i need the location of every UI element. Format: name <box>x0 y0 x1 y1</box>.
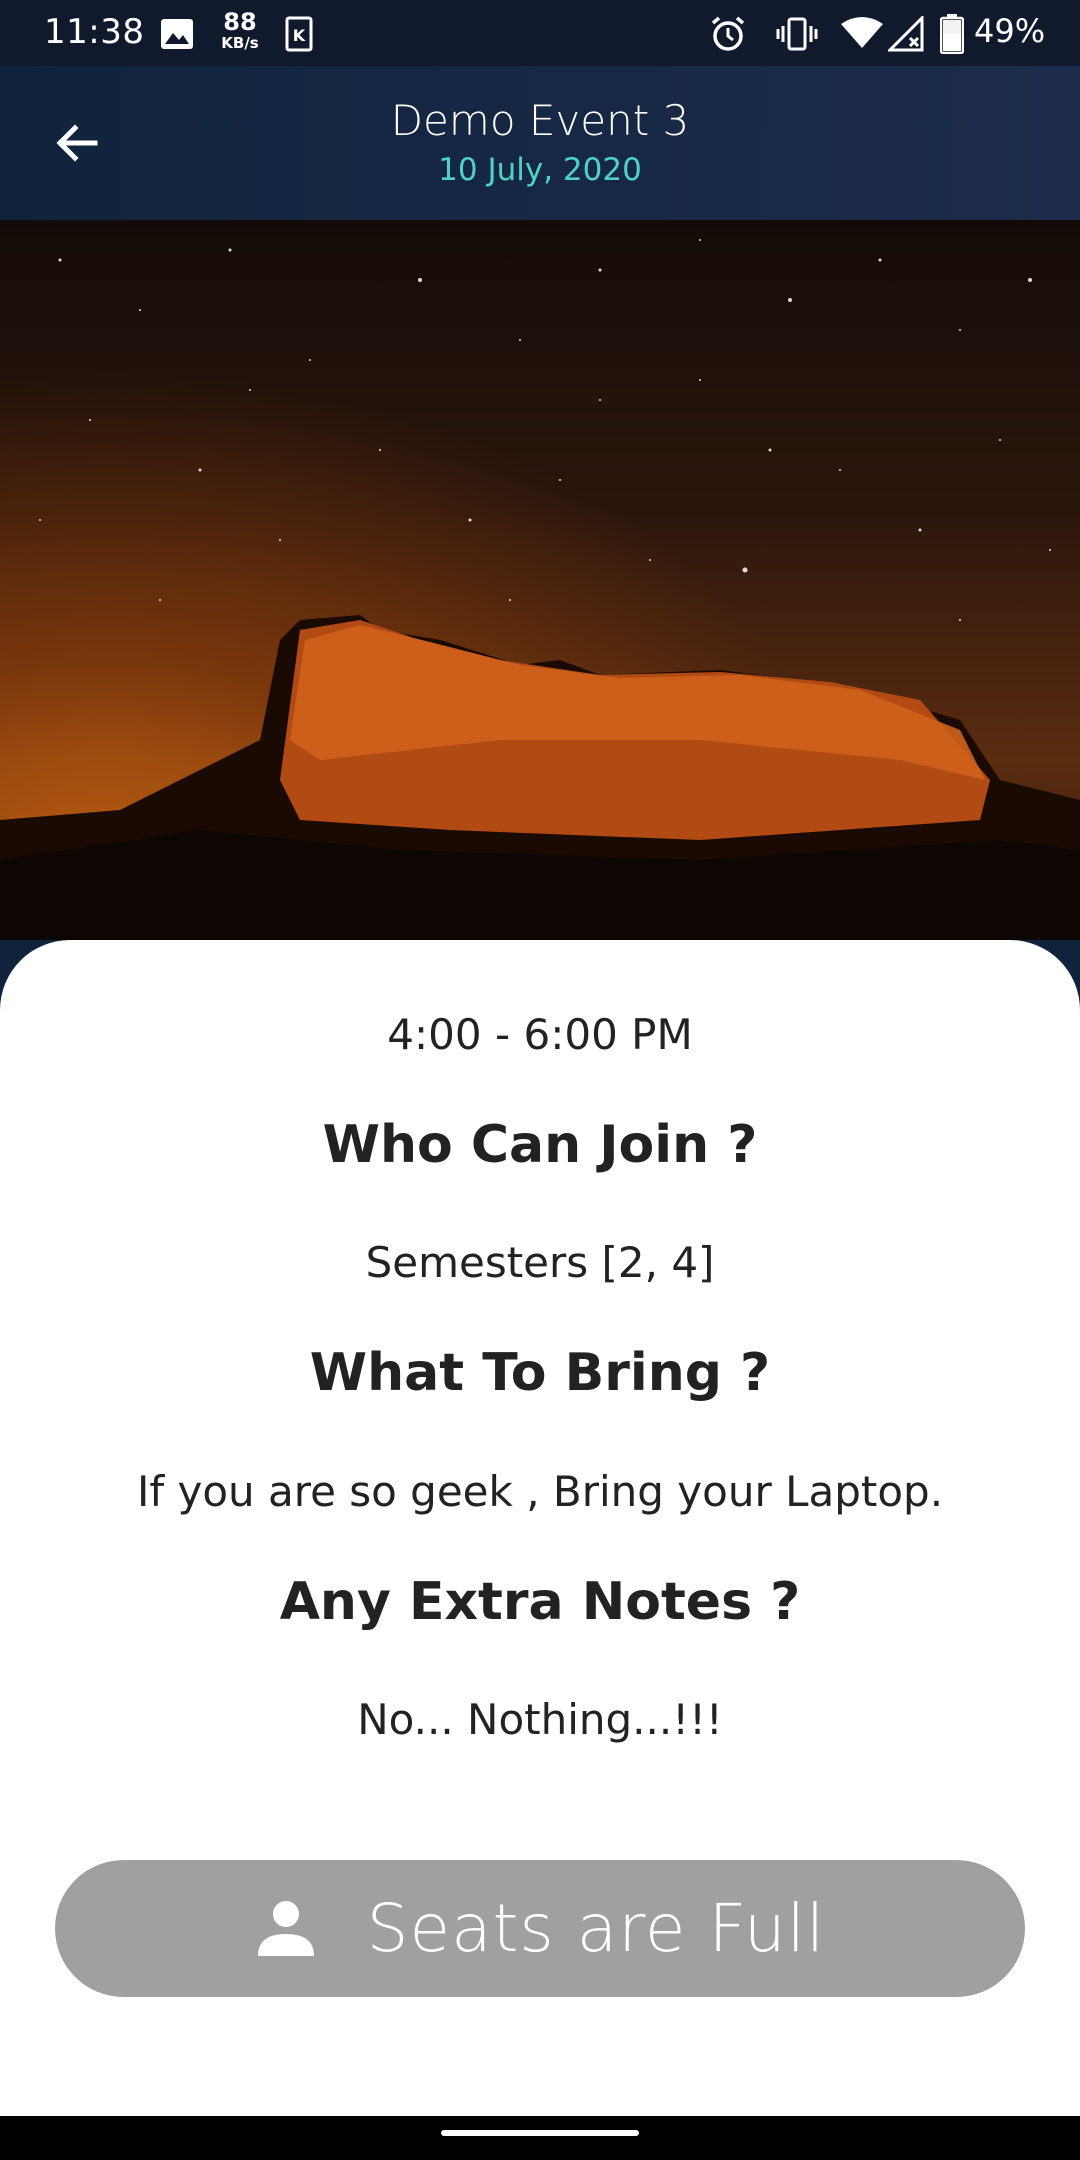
net-speed: 88 KB/s <box>218 10 262 51</box>
home-indicator[interactable] <box>441 2130 639 2136</box>
k-app-icon: K <box>285 16 313 56</box>
net-speed-value: 88 <box>223 8 257 36</box>
event-time: 4:00 - 6:00 PM <box>387 1010 693 1059</box>
hero-image <box>0 220 1080 940</box>
signal-icon <box>886 14 924 56</box>
who-can-join-heading: Who Can Join ? <box>322 1115 758 1175</box>
seats-full-button[interactable]: Seats are Full <box>55 1860 1025 1997</box>
alarm-icon <box>708 14 748 58</box>
screen: 11:38 88 KB/s K 49% Demo Event 3 10 July… <box>0 0 1080 2160</box>
wifi-icon <box>840 16 884 54</box>
status-bar: 11:38 88 KB/s K 49% <box>0 0 1080 66</box>
battery-percent: 49% <box>974 12 1046 50</box>
person-icon <box>257 1900 314 1956</box>
event-date: 10 July, 2020 <box>438 152 642 188</box>
what-to-bring-heading: What To Bring ? <box>309 1343 771 1403</box>
who-can-join-text: Semesters [2, 4] <box>365 1238 715 1287</box>
what-to-bring-text: If you are so geek , Bring your Laptop. <box>136 1467 944 1516</box>
battery-icon <box>939 14 965 58</box>
svg-text:K: K <box>293 26 306 45</box>
image-icon <box>160 18 194 54</box>
net-speed-unit: KB/s <box>221 34 259 52</box>
page-title: Demo Event 3 <box>390 96 690 145</box>
seats-full-label: Seats are Full <box>366 1890 826 1967</box>
extra-notes-text: No... Nothing...!!! <box>357 1695 723 1744</box>
vibrate-icon <box>776 16 818 56</box>
navigation-bar <box>0 2116 1080 2160</box>
extra-notes-heading: Any Extra Notes ? <box>279 1572 801 1632</box>
status-time: 11:38 <box>44 12 145 52</box>
app-bar: Demo Event 3 10 July, 2020 <box>0 66 1080 220</box>
